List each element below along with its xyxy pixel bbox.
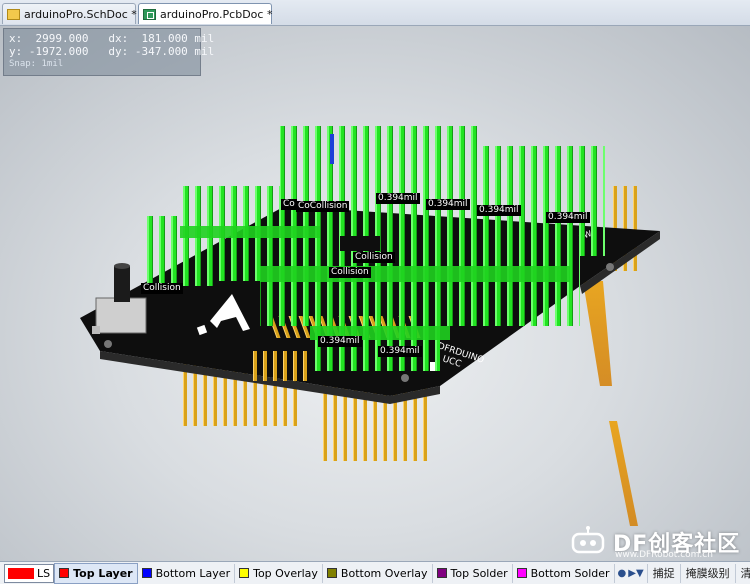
layer-tab-bottom-layer[interactable]: Bottom Layer <box>138 563 236 583</box>
mask-level-button[interactable]: 掩膜级别 <box>679 563 735 583</box>
layer-tab-label: Bottom Solder <box>530 566 610 580</box>
robot-logo-icon <box>571 526 605 554</box>
layer-visibility-icon[interactable]: ● <box>618 568 627 579</box>
layer-set-label: LS <box>37 566 51 580</box>
collision-label: Collision <box>329 267 371 278</box>
layer-tab-top-overlay[interactable]: Top Overlay <box>235 563 323 583</box>
clearance-label: 0.394mil <box>318 336 362 347</box>
layer-set-swatch <box>8 567 34 579</box>
clearance-label: 0.394mil <box>477 205 521 216</box>
layer-color-swatch <box>516 568 527 578</box>
layer-set-selector[interactable]: LS <box>4 563 55 583</box>
scroll-right-icon[interactable]: ▶▼ <box>628 568 643 579</box>
clear-button[interactable]: 清除 <box>734 563 750 583</box>
tab-schematic[interactable]: arduinoPro.SchDoc * <box>2 3 137 24</box>
tab-schematic-label: arduinoPro.SchDoc * <box>24 7 137 21</box>
pcb-3d-viewport[interactable]: DFRDUINO UCC SW1 <box>0 26 750 561</box>
watermark-url: www.DFRobot.com.cn <box>615 550 713 560</box>
clearance-label: 0.394mil <box>546 212 590 223</box>
pcb-3d-scene[interactable]: DFRDUINO UCC SW1 <box>0 26 750 561</box>
clearance-label: 0.394mil <box>376 193 420 204</box>
clearance-label: 0.394mil <box>378 346 422 357</box>
reset-button-component <box>92 263 147 334</box>
tab-pcb[interactable]: arduinoPro.PcbDoc * <box>138 3 272 24</box>
layer-scroll-arrows[interactable]: ● ▶▼ <box>615 568 647 579</box>
layer-color-swatch <box>326 568 337 578</box>
layer-color-swatch <box>141 568 152 578</box>
document-tab-bar: arduinoPro.SchDoc * arduinoPro.PcbDoc * <box>0 0 750 26</box>
clearance-label: 0.394mil <box>426 199 470 210</box>
probe-beam <box>583 281 638 526</box>
layer-tab-label: Top Layer <box>73 566 133 580</box>
collision-label: CoCollision <box>296 201 350 212</box>
snap-button[interactable]: 捕捉 <box>646 563 680 583</box>
layer-tab-bar: LS Top Layer Bottom Layer Top Overlay Bo… <box>0 561 750 584</box>
layer-tab-label: Top Overlay <box>253 566 318 580</box>
dfrobot-watermark: DF创客社区 www.DFRobot.com.cn <box>567 524 750 560</box>
readout-y-line: y: -1972.000 dy: -347.000 mil <box>9 45 215 58</box>
layer-tab-label: Bottom Layer <box>155 566 231 580</box>
layer-color-swatch <box>239 568 250 578</box>
layer-tab-bottom-solder[interactable]: Bottom Solder <box>513 563 615 583</box>
layer-tab-label: Top Solder <box>450 566 508 580</box>
layer-tab-top-solder[interactable]: Top Solder <box>433 563 513 583</box>
collision-label: Co <box>281 199 297 210</box>
pcb-doc-icon <box>143 8 156 20</box>
layer-tab-bottom-overlay[interactable]: Bottom Overlay <box>323 563 433 583</box>
coordinate-readout: x: 2999.000 dx: 181.000 mil y: -1972.000… <box>3 28 215 76</box>
layer-tab-label: Bottom Overlay <box>340 566 428 580</box>
layer-color-swatch <box>436 568 447 578</box>
layer-color-swatch <box>59 568 70 578</box>
tab-pcb-label: arduinoPro.PcbDoc * <box>160 7 273 21</box>
snap-readout: Snap: 1mil <box>9 59 64 69</box>
layer-tab-top-layer[interactable]: Top Layer <box>54 562 138 584</box>
collision-label: Collision <box>141 283 183 294</box>
collision-label: Collision <box>353 252 395 263</box>
schematic-doc-icon <box>7 8 20 20</box>
readout-xy-line: x: 2999.000 dx: 181.000 mil <box>9 32 215 45</box>
